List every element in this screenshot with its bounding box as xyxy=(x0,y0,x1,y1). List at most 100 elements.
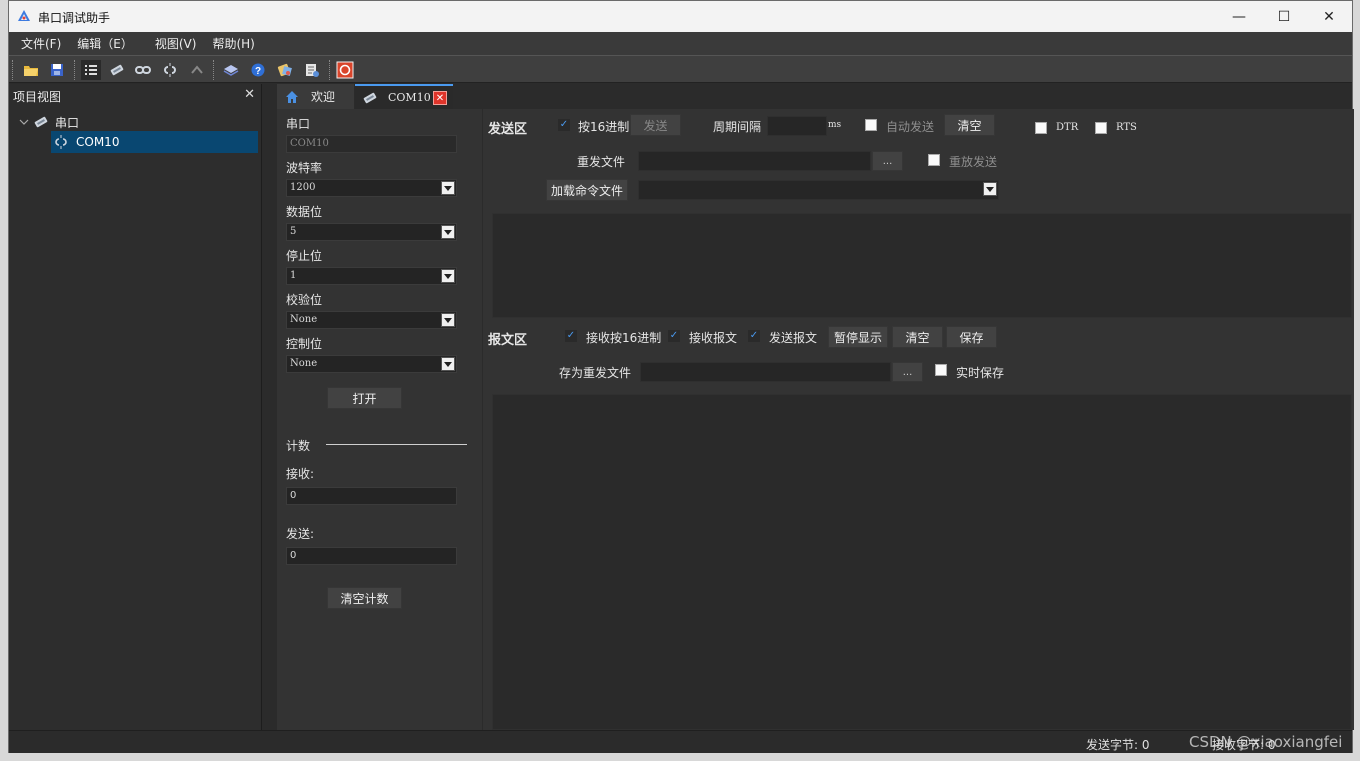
tree-item-serial[interactable]: 串口 xyxy=(19,112,259,132)
message-save-button[interactable]: 保存 xyxy=(946,326,997,348)
port-field: COM10 xyxy=(286,135,457,153)
send-count-label: 发送: xyxy=(286,527,315,541)
settings-icon[interactable] xyxy=(302,60,322,80)
send-textarea[interactable] xyxy=(492,213,1352,318)
recv-count-label: 接收: xyxy=(286,467,315,481)
send-message-checkbox[interactable]: ✓ xyxy=(748,330,760,342)
menu-edit[interactable]: 编辑（E） xyxy=(77,35,133,52)
realtime-save-checkbox[interactable] xyxy=(935,364,947,376)
window-title: 串口调试助手 xyxy=(38,11,111,25)
send-clear-button[interactable]: 清空 xyxy=(944,114,995,136)
rts-checkbox[interactable] xyxy=(1095,122,1107,134)
command-file-select[interactable] xyxy=(638,180,999,200)
stopbits-label: 停止位 xyxy=(286,249,323,263)
project-view-title: 项目视图 xyxy=(13,90,62,104)
send-area-title: 发送区 xyxy=(488,122,528,137)
period-input[interactable] xyxy=(767,116,827,136)
disconnect-icon xyxy=(55,135,67,149)
tree-item-label: COM10 xyxy=(76,135,120,149)
auto-send-checkbox[interactable] xyxy=(865,119,877,131)
open-folder-icon[interactable] xyxy=(21,60,41,80)
record-icon[interactable] xyxy=(335,60,355,80)
connect-icon[interactable] xyxy=(133,60,153,80)
save-resend-input[interactable] xyxy=(640,362,891,382)
hex-send-checkbox[interactable]: ✓ xyxy=(558,119,570,131)
stopbits-select[interactable]: 1 xyxy=(286,267,457,285)
close-tab-icon[interactable]: ✕ xyxy=(433,91,447,105)
chevron-down-icon[interactable] xyxy=(441,313,455,327)
recv-hex-label: 接收按16进制 xyxy=(586,331,662,345)
close-window-button[interactable]: ✕ xyxy=(1306,1,1352,32)
help-icon[interactable]: ? xyxy=(248,60,268,80)
maximize-button[interactable]: ☐ xyxy=(1261,1,1307,32)
period-label: 周期间隔 xyxy=(713,120,762,134)
message-textarea[interactable] xyxy=(492,394,1352,730)
save-icon[interactable] xyxy=(47,60,67,80)
undo-icon[interactable] xyxy=(187,60,207,80)
recv-hex-checkbox[interactable]: ✓ xyxy=(565,330,577,342)
recv-message-label: 接收报文 xyxy=(689,331,738,345)
serial-port-icon xyxy=(34,116,48,128)
home-icon xyxy=(286,90,298,103)
divider xyxy=(326,444,467,445)
save-resend-browse-button[interactable]: ... xyxy=(892,362,923,382)
message-area-title: 报文区 xyxy=(488,333,528,348)
hex-send-label: 按16进制 xyxy=(578,120,630,134)
project-view-panel: 项目视图 ✕ 串口 COM10 xyxy=(9,84,262,730)
clear-count-button[interactable]: 清空计数 xyxy=(327,587,402,609)
dtr-checkbox[interactable] xyxy=(1035,122,1047,134)
pause-display-button[interactable]: 暂停显示 xyxy=(828,326,888,348)
resend-browse-button[interactable]: ... xyxy=(872,151,903,171)
send-button[interactable]: 发送 xyxy=(630,114,681,136)
port-settings-panel: 串口 COM10 波特率 1200 数据位 5 停止位 1 校验位 None 控… xyxy=(277,109,482,730)
chevron-down-icon[interactable] xyxy=(441,269,455,283)
svg-text:?: ? xyxy=(255,66,261,77)
open-port-button[interactable]: 打开 xyxy=(327,387,402,409)
period-unit: ms xyxy=(828,120,842,130)
baud-select[interactable]: 1200 xyxy=(286,179,457,197)
replay-send-checkbox[interactable] xyxy=(928,154,940,166)
menu-file[interactable]: 文件(F) xyxy=(21,35,61,52)
tab-welcome[interactable]: 欢迎 xyxy=(277,84,354,109)
send-count-field: 0 xyxy=(286,547,457,565)
count-label: 计数 xyxy=(286,439,311,453)
realtime-save-label: 实时保存 xyxy=(956,366,1005,380)
chevron-down-icon[interactable] xyxy=(441,225,455,239)
chevron-down-icon[interactable] xyxy=(441,357,455,371)
flow-select[interactable]: None xyxy=(286,355,457,373)
tree-item-com10[interactable]: COM10 xyxy=(51,131,258,153)
book-icon[interactable] xyxy=(221,60,241,80)
tab-com10[interactable]: COM10 ✕ xyxy=(355,84,453,109)
replay-send-label: 重放发送 xyxy=(949,155,998,169)
status-bar: 发送字节: 0 接收字节: 0 CSDN @xiaoxiangfei xyxy=(9,730,1352,753)
flow-label: 控制位 xyxy=(286,337,323,351)
tree-item-label: 串口 xyxy=(55,115,80,130)
chevron-down-icon[interactable] xyxy=(983,182,997,196)
minimize-button[interactable]: — xyxy=(1216,1,1262,32)
serial-port-icon[interactable] xyxy=(107,60,127,80)
recv-message-checkbox[interactable]: ✓ xyxy=(668,330,680,342)
resend-file-label: 重发文件 xyxy=(577,155,626,169)
menu-view[interactable]: 视图(V) xyxy=(155,35,197,52)
main-panel: 发送区 ✓ 按16进制 发送 周期间隔 ms 自动发送 清空 DTR RTS 重… xyxy=(483,109,1354,730)
app-logo-icon xyxy=(18,10,30,21)
message-clear-button[interactable]: 清空 xyxy=(892,326,943,348)
close-panel-button[interactable]: ✕ xyxy=(244,87,255,102)
chevron-down-icon[interactable] xyxy=(19,117,29,127)
load-command-file-button[interactable]: 加载命令文件 xyxy=(546,179,628,201)
send-message-label: 发送报文 xyxy=(769,331,818,345)
tools-icon[interactable] xyxy=(275,60,295,80)
menu-help[interactable]: 帮助(H) xyxy=(212,35,254,52)
databits-select[interactable]: 5 xyxy=(286,223,457,241)
databits-label: 数据位 xyxy=(286,205,323,219)
parity-select[interactable]: None xyxy=(286,311,457,329)
watermark: CSDN @xiaoxiangfei xyxy=(1189,733,1343,751)
disconnect-icon[interactable] xyxy=(160,60,180,80)
auto-send-label: 自动发送 xyxy=(886,120,935,134)
title-bar: 串口调试助手 — ☐ ✕ xyxy=(9,1,1352,32)
toolbar: ? xyxy=(9,55,1352,83)
list-icon[interactable] xyxy=(81,60,101,80)
menu-bar: 文件(F) 编辑（E） 视图(V) 帮助(H) xyxy=(9,32,1352,55)
resend-file-input[interactable] xyxy=(638,151,871,171)
chevron-down-icon[interactable] xyxy=(441,181,455,195)
